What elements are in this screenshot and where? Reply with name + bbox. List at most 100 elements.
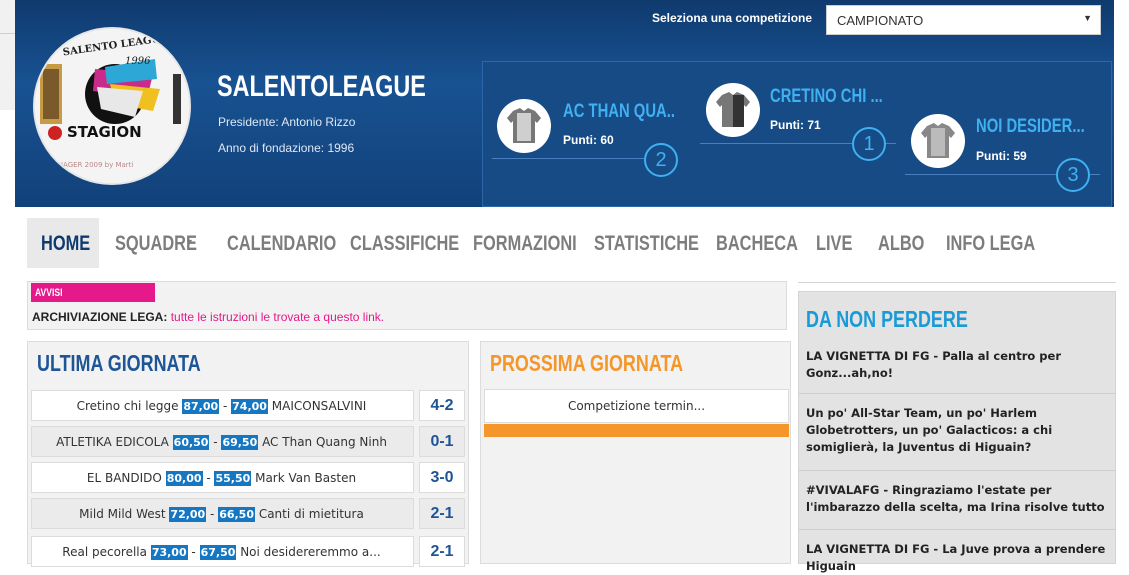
nav-formazioni[interactable]: FORMAZIONI (473, 218, 577, 268)
nav-albo-label: ALBO (878, 232, 925, 255)
home-team: Cretino chi legge (76, 399, 179, 413)
away-points: 69,50 (221, 435, 259, 450)
home-team: EL BANDIDO (86, 471, 162, 485)
divider (798, 282, 1116, 283)
notice-tag: AVVISI (31, 283, 155, 302)
home-team: ATLETIKA EDICOLA (56, 435, 169, 449)
nav-calendario[interactable]: CALENDARIO (227, 218, 336, 268)
notice-label: ARCHIVIAZIONE LEGA: (32, 310, 168, 324)
home-team: Real pecorella (62, 545, 147, 559)
team-shirt-icon[interactable] (497, 99, 551, 153)
nav-home[interactable]: HOME (27, 218, 99, 268)
away-points: 66,50 (218, 507, 255, 522)
nav-bacheca-label: BACHECA (716, 232, 798, 255)
podium-points-2: Punti: 60 (563, 133, 614, 147)
page-left-margin (0, 0, 15, 110)
podium-team-name-3[interactable]: NOI DESIDER... (976, 116, 1085, 138)
match-row[interactable]: Mild Mild West 72,00 - 66,50 Canti di mi… (31, 498, 414, 529)
nav-live-label: LIVE (816, 232, 853, 255)
notice-link[interactable]: tutte le istruzioni le trovate a questo … (171, 310, 384, 324)
news-link[interactable]: LA VIGNETTA DI FG - La Juve prova a pren… (806, 541, 1110, 575)
nav-classifiche-label: CLASSIFICHE (350, 232, 460, 255)
news-link[interactable]: #VIVALAFG - Ringraziamo l'estate per l'i… (806, 482, 1110, 516)
presidente-value: Antonio Rizzo (281, 115, 356, 129)
divider (905, 174, 1057, 175)
logo-year: 1996 (125, 56, 151, 67)
presidente-info: Presidente: Antonio Rizzo (218, 115, 355, 129)
divider (0, 33, 15, 34)
divider (886, 143, 896, 144)
last-matchday-title: ULTIMA GIORNATA (37, 350, 201, 376)
nav-calendario-label: CALENDARIO (227, 232, 337, 255)
podium-rank-1: 1 (852, 127, 886, 161)
team-shirt-icon[interactable] (911, 114, 965, 168)
away-team: AC Than Quang Ninh (262, 435, 387, 449)
logo-bottom-text: ANAGER 2009 by Marti (53, 161, 133, 169)
nav-formazioni-label: FORMAZIONI (473, 232, 577, 255)
divider (798, 529, 1116, 530)
dropdown-arrow-icon: ▼ (1083, 13, 1092, 23)
home-points: 73,00 (150, 545, 188, 560)
news-link[interactable]: LA VIGNETTA DI FG - Palla al centro per … (806, 348, 1110, 382)
notice-tag-label: AVVISI (35, 287, 63, 299)
nav-classifiche[interactable]: CLASSIFICHE (350, 218, 459, 268)
divider (798, 470, 1116, 471)
competition-select[interactable]: CAMPIONATO ▼ (826, 5, 1101, 35)
fondazione-value: 1996 (327, 141, 355, 155)
league-name: SALENTOLEAGUE (217, 70, 426, 103)
podium-rank-3: 3 (1056, 158, 1090, 192)
match-result[interactable]: 3-0 (419, 462, 465, 493)
nav-bacheca[interactable]: BACHECA (716, 218, 798, 268)
nav-info-lega-label: INFO LEGA (946, 232, 1036, 255)
news-link[interactable]: Un po' All-Star Team, un po' Harlem Glob… (806, 405, 1110, 456)
away-team: Mark Van Basten (255, 471, 357, 485)
match-result[interactable]: 2-1 (419, 498, 465, 529)
nav-squadre-label: SQUADRE (115, 232, 197, 255)
home-points: 60,50 (172, 435, 210, 450)
competition-select-label: Seleziona una competizione (652, 11, 813, 25)
logo-stagione-text: STAGION (67, 123, 142, 141)
away-points: 55,50 (214, 471, 252, 486)
nav-home-label: HOME (41, 232, 91, 255)
team-shirt-icon[interactable] (706, 83, 760, 137)
home-points: 87,00 (182, 399, 220, 414)
notice-text: ARCHIVIAZIONE LEGA: tutte le istruzioni … (32, 310, 384, 324)
divider (1090, 174, 1100, 175)
home-team: Mild Mild West (79, 507, 166, 521)
presidente-label: Presidente: (218, 115, 279, 129)
nav-statistiche-label: STATISTICHE (594, 232, 699, 255)
match-row[interactable]: EL BANDIDO 80,00 - 55,50 Mark Van Basten (31, 462, 414, 493)
main-nav: HOME SQUADRE ▾ CALENDARIO CLASSIFICHE FOR… (27, 218, 1114, 268)
away-points: 67,50 (199, 545, 237, 560)
away-points: 74,00 (231, 399, 268, 414)
divider (492, 158, 644, 159)
nav-statistiche[interactable]: STATISTICHE (594, 218, 699, 268)
league-logo: 1996 SALENTO LEAGUE STAGION ANAGER 2009 … (33, 27, 191, 185)
fondazione-label: Anno di fondazione: (218, 141, 325, 155)
podium-team-name-2[interactable]: AC THAN QUA.. (563, 101, 675, 123)
match-row[interactable]: Cretino chi legge 87,00 - 74,00 MAICONSA… (31, 390, 414, 421)
nav-live[interactable]: LIVE (816, 218, 856, 268)
competition-select-value: CAMPIONATO (837, 13, 924, 28)
match-row[interactable]: ATLETIKA EDICOLA 60,50 - 69,50 AC Than Q… (31, 426, 414, 457)
nav-info-lega[interactable]: INFO LEGA (946, 218, 1046, 268)
podium-points-1: Punti: 71 (770, 118, 821, 132)
podium-team-name-1[interactable]: CRETINO CHI ... (770, 86, 883, 108)
match-result[interactable]: 2-1 (419, 536, 465, 567)
nav-albo[interactable]: ALBO (878, 218, 925, 268)
away-team: Canti di mietitura (258, 507, 364, 521)
next-matchday-status: Competizione termin... (484, 389, 789, 423)
podium-rank-2: 2 (644, 143, 678, 177)
away-team: Noi desidereremmo a... (240, 545, 381, 559)
next-matchday-title: PROSSIMA GIORNATA (490, 350, 684, 376)
nav-squadre[interactable]: SQUADRE ▾ (115, 218, 205, 268)
away-team: MAICONSALVINI (271, 399, 367, 413)
match-result[interactable]: 4-2 (419, 390, 465, 421)
podium-points-3: Punti: 59 (976, 149, 1027, 163)
dont-miss-title: DA NON PERDERE (806, 306, 968, 332)
divider (798, 393, 1116, 394)
home-points: 80,00 (165, 471, 203, 486)
match-result[interactable]: 0-1 (419, 426, 465, 457)
fondazione-info: Anno di fondazione: 1996 (218, 141, 354, 155)
match-row[interactable]: Real pecorella 73,00 - 67,50 Noi desider… (31, 536, 414, 567)
